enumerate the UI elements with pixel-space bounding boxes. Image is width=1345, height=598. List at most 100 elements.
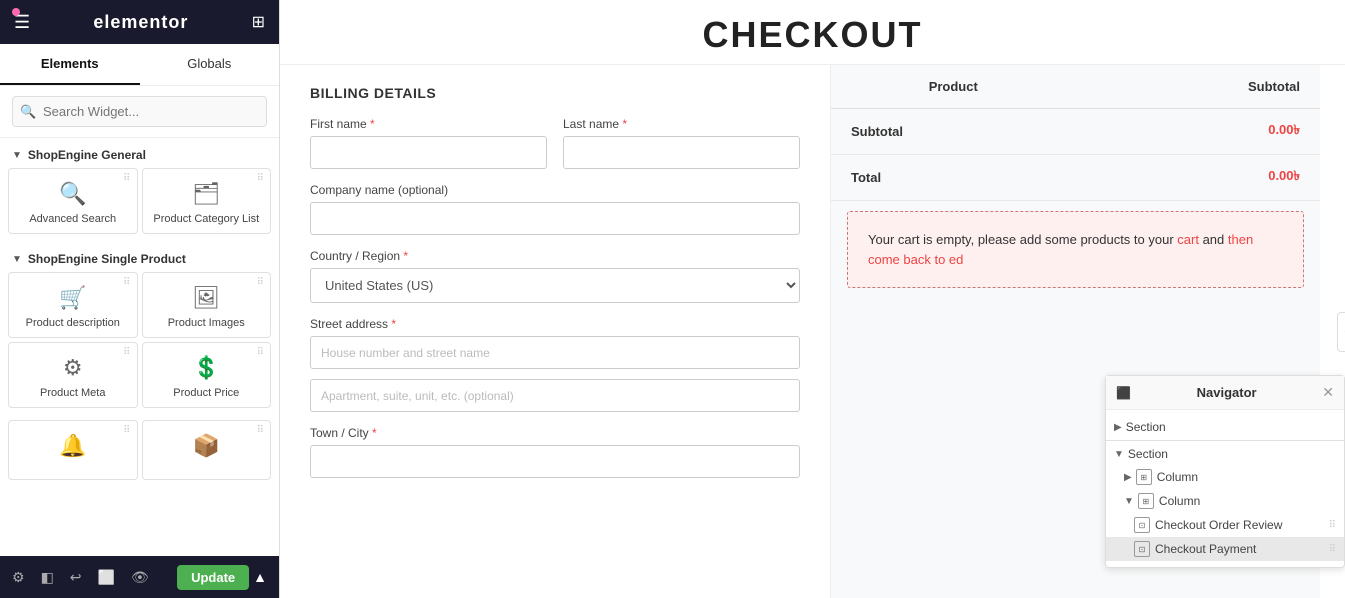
billing-section: BILLING DETAILS First name * Last name * bbox=[280, 65, 830, 598]
company-name-group: Company name (optional) bbox=[310, 183, 800, 235]
nav-item-section-2[interactable]: ▼ Section bbox=[1106, 443, 1344, 465]
street-group: Street address * bbox=[310, 317, 800, 369]
nav-label-section-1: Section bbox=[1126, 420, 1166, 434]
order-review-panel: Product Subtotal Subtotal 0.00৳ Total 0.… bbox=[830, 65, 1320, 598]
widget-product-category-list[interactable]: ⠿ 🗂 Product Category List bbox=[142, 168, 272, 234]
widget-extra-2[interactable]: ⠿ 📦 bbox=[142, 420, 272, 480]
first-name-group: First name * bbox=[310, 117, 547, 169]
col-product-header: Product bbox=[831, 65, 1076, 109]
grid-icon[interactable]: ⊞ bbox=[252, 12, 265, 32]
company-label: Company name (optional) bbox=[310, 183, 800, 197]
drag-handle-icon: ⠿ bbox=[257, 173, 264, 184]
collapse-handle[interactable]: ‹ bbox=[1337, 312, 1345, 352]
advanced-search-icon: 🔍 bbox=[59, 181, 86, 207]
drag-handle-icon-4: ⠿ bbox=[257, 277, 264, 288]
widget-label-product-description: Product description bbox=[26, 317, 120, 329]
search-bar-container: 🔍 bbox=[0, 86, 279, 138]
widget-extra-1[interactable]: ⠿ 🔔 bbox=[8, 420, 138, 480]
nav-label-column-1: Column bbox=[1157, 470, 1198, 484]
extra-icon-1: 🔔 bbox=[59, 433, 86, 459]
tab-globals[interactable]: Globals bbox=[140, 44, 280, 85]
product-category-list-icon: 🗂 bbox=[192, 181, 220, 207]
widget-advanced-search[interactable]: ⠿ 🔍 Advanced Search bbox=[8, 168, 138, 234]
page-title: CHECKOUT bbox=[280, 14, 1345, 56]
street-input[interactable] bbox=[310, 336, 800, 369]
bottom-toolbar: ⚙ ◧ ↩ ⬜ 👁 Update ▲ bbox=[0, 556, 279, 598]
section-shopengine-general[interactable]: ▼ ShopEngine General bbox=[0, 138, 279, 168]
column-icon-1: ⊞ bbox=[1136, 469, 1152, 485]
company-input[interactable] bbox=[310, 202, 800, 235]
total-label: Total bbox=[831, 155, 1076, 201]
subtotal-row: Subtotal 0.00৳ bbox=[831, 109, 1320, 155]
toolbar-icons: ⚙ ◧ ↩ ⬜ 👁 bbox=[12, 569, 149, 586]
drag-handle-nav-2: ⠿ bbox=[1329, 544, 1336, 555]
nav-arrow-right: ▶ bbox=[1114, 422, 1122, 433]
sidebar-scrollable: ▼ ShopEngine General ⠿ 🔍 Advanced Search… bbox=[0, 138, 279, 598]
country-select[interactable]: United States (US) bbox=[310, 268, 800, 303]
sidebar: ☰ elementor ⊞ Elements Globals 🔍 ▼ ShopE… bbox=[0, 0, 280, 598]
product-description-icon: 🛒 bbox=[59, 285, 86, 311]
cart-link[interactable]: cart bbox=[1177, 232, 1199, 247]
last-name-group: Last name * bbox=[563, 117, 800, 169]
arrow-icon: ▼ bbox=[12, 150, 22, 161]
nav-item-section-1[interactable]: ▶ Section bbox=[1106, 416, 1344, 438]
widget-label-product-meta: Product Meta bbox=[40, 387, 105, 399]
nav-item-checkout-order-review[interactable]: ⊡ Checkout Order Review ⠿ bbox=[1106, 513, 1344, 537]
nav-item-column-2[interactable]: ▼ ⊞ Column bbox=[1106, 489, 1344, 513]
widget-product-images[interactable]: ⠿ 🖼 Product Images bbox=[142, 272, 272, 338]
last-name-input[interactable] bbox=[563, 136, 800, 169]
empty-cart-text: Your cart is empty, please add some prod… bbox=[868, 232, 1253, 267]
city-label: Town / City * bbox=[310, 426, 800, 440]
preview-icon[interactable]: 👁 bbox=[131, 569, 149, 586]
widget-label-product-category-list: Product Category List bbox=[153, 213, 259, 225]
city-input[interactable] bbox=[310, 445, 800, 478]
history-icon[interactable]: ↩ bbox=[70, 569, 82, 586]
dot-indicator bbox=[12, 8, 20, 16]
country-label: Country / Region * bbox=[310, 249, 800, 263]
name-row: First name * Last name * bbox=[310, 117, 800, 169]
nav-item-column-1[interactable]: ▶ ⊞ Column bbox=[1106, 465, 1344, 489]
widget-product-price[interactable]: ⠿ 💲 Product Price bbox=[142, 342, 272, 408]
widget-label-advanced-search: Advanced Search bbox=[29, 213, 116, 225]
widget-product-meta[interactable]: ⠿ ⚙ Product Meta bbox=[8, 342, 138, 408]
street2-input[interactable] bbox=[310, 379, 800, 412]
settings-icon[interactable]: ⚙ bbox=[12, 569, 25, 586]
nav-arrow-down-2: ▼ bbox=[1124, 496, 1134, 507]
navigator-header: ⬛ Navigator ✕ bbox=[1106, 376, 1344, 410]
widget-label-product-images: Product Images bbox=[168, 317, 245, 329]
navigator-icon: ⬛ bbox=[1116, 386, 1131, 400]
drag-handle-icon: ⠿ bbox=[123, 173, 130, 184]
first-name-input[interactable] bbox=[310, 136, 547, 169]
last-name-label: Last name * bbox=[563, 117, 800, 131]
drag-handle-icon-5: ⠿ bbox=[123, 347, 130, 358]
checkout-order-review-icon: ⊡ bbox=[1134, 517, 1150, 533]
main-body: BILLING DETAILS First name * Last name * bbox=[280, 65, 1345, 598]
total-row: Total 0.00৳ bbox=[831, 155, 1320, 201]
tab-elements[interactable]: Elements bbox=[0, 44, 140, 85]
street-label: Street address * bbox=[310, 317, 800, 331]
search-icon: 🔍 bbox=[20, 104, 36, 120]
section-shopengine-single-product[interactable]: ▼ ShopEngine Single Product bbox=[0, 242, 279, 272]
navigator-close-button[interactable]: ✕ bbox=[1322, 384, 1334, 401]
navigator-panel: ⬛ Navigator ✕ ▶ Section ▼ Section bbox=[1105, 375, 1345, 568]
product-meta-icon: ⚙ bbox=[63, 355, 83, 381]
sidebar-tabs: Elements Globals bbox=[0, 44, 279, 86]
city-group: Town / City * bbox=[310, 426, 800, 478]
nav-item-checkout-payment[interactable]: ⊡ Checkout Payment ⠿ bbox=[1106, 537, 1344, 561]
nav-label-checkout-order-review: Checkout Order Review bbox=[1155, 518, 1282, 532]
drag-handle-nav-1: ⠿ bbox=[1329, 520, 1336, 531]
update-button[interactable]: Update bbox=[177, 565, 249, 590]
main-content: CHECKOUT BILLING DETAILS First name * La… bbox=[280, 0, 1345, 598]
chevron-down-icon[interactable]: ▲ bbox=[253, 569, 267, 585]
nav-label-checkout-payment: Checkout Payment bbox=[1155, 542, 1256, 556]
search-input[interactable] bbox=[12, 96, 267, 127]
responsive-icon[interactable]: ⬜ bbox=[98, 569, 115, 586]
layers-icon[interactable]: ◧ bbox=[41, 569, 54, 586]
nav-label-section-2: Section bbox=[1128, 447, 1168, 461]
widget-product-description[interactable]: ⠿ 🛒 Product description bbox=[8, 272, 138, 338]
extra-icon-2: 📦 bbox=[193, 433, 220, 459]
product-price-icon: 💲 bbox=[193, 355, 220, 381]
drag-handle-icon-6: ⠿ bbox=[257, 347, 264, 358]
product-images-icon: 🖼 bbox=[192, 285, 220, 311]
empty-cart-box: Your cart is empty, please add some prod… bbox=[847, 211, 1304, 288]
